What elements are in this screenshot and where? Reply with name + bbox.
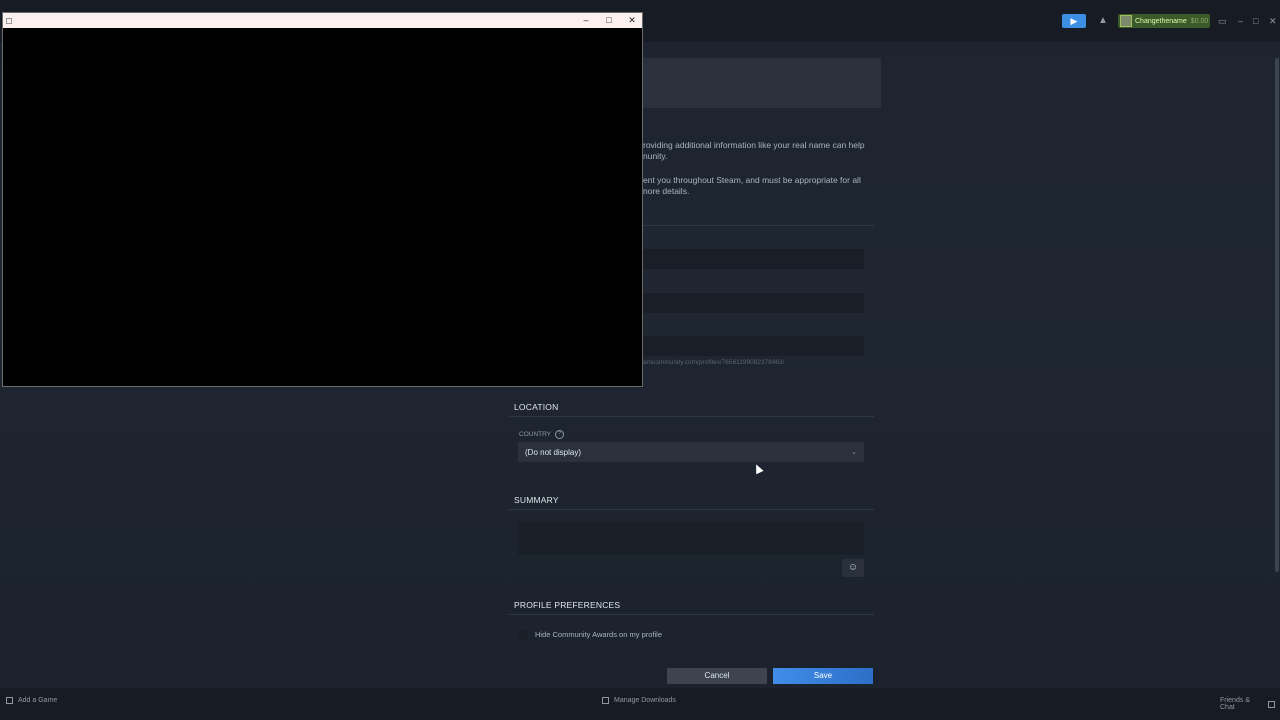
location-section-title: LOCATION: [514, 402, 559, 412]
manage-downloads-label: Manage Downloads: [614, 697, 676, 704]
friends-chat-label: Friends & Chat: [1220, 697, 1250, 711]
megaphone-icon: ▶: [1070, 16, 1078, 26]
add-game-button[interactable]: Add a Game: [6, 697, 57, 704]
summary-textarea[interactable]: [518, 522, 864, 555]
summary-section-title: SUMMARY: [514, 495, 559, 505]
bell-icon[interactable]: ▲: [1098, 14, 1108, 28]
avatar: [1120, 15, 1132, 27]
add-game-label: Add a Game: [18, 697, 58, 704]
bottom-bar: Add a Game Manage Downloads Friends & Ch…: [0, 688, 1280, 720]
big-picture-icon[interactable]: ▭: [1218, 14, 1227, 28]
app-icon: [6, 17, 12, 24]
scrollbar[interactable]: [1275, 58, 1279, 572]
country-selected-value: (Do not display): [525, 447, 582, 457]
hide-awards-checkbox[interactable]: [518, 630, 528, 640]
country-dropdown[interactable]: (Do not display) ⌄: [518, 442, 864, 462]
profile-preferences-title: PROFILE PREFERENCES: [514, 600, 621, 610]
overlay-window[interactable]: – □ ✕: [2, 12, 643, 387]
close-icon[interactable]: ✕: [1269, 14, 1277, 28]
divider: [509, 614, 874, 615]
profile-url-hint: amcommunity.com/profiles/765611990823784…: [643, 359, 785, 366]
smiley-icon: ☺: [847, 562, 859, 573]
cancel-button[interactable]: Cancel: [667, 668, 767, 684]
about-description-line: roviding additional information like you…: [643, 140, 865, 150]
country-label: COUNTRY ?: [519, 430, 565, 439]
chevron-down-icon: ⌄: [851, 449, 857, 456]
overlay-maximize-icon[interactable]: □: [598, 13, 620, 28]
manage-downloads-button[interactable]: Manage Downloads: [602, 697, 676, 704]
plus-icon: [6, 697, 13, 704]
country-label-text: COUNTRY: [519, 431, 552, 438]
account-name: Changethename: [1135, 17, 1187, 25]
divider: [509, 416, 874, 417]
hide-awards-label[interactable]: Hide Community Awards on my profile: [535, 630, 662, 639]
account-menu[interactable]: Changethename $0.00: [1118, 14, 1210, 28]
help-icon[interactable]: ?: [555, 430, 565, 439]
profile-header-panel: [643, 58, 881, 108]
overlay-close-icon[interactable]: ✕: [621, 13, 643, 28]
wallet-balance: $0.00: [1190, 17, 1209, 25]
announcements-button[interactable]: ▶: [1062, 14, 1086, 28]
chat-icon: [1268, 700, 1275, 708]
friends-chat-button[interactable]: Friends & Chat: [1220, 697, 1280, 711]
about-description-line: nunity.: [643, 151, 668, 161]
about-description-line: nore details.: [643, 186, 690, 196]
minimize-icon[interactable]: –: [1238, 14, 1243, 28]
about-description-line: ent you throughout Steam, and must be ap…: [643, 175, 861, 185]
overlay-minimize-icon[interactable]: –: [575, 13, 597, 28]
maximize-icon[interactable]: □: [1253, 14, 1258, 28]
divider: [509, 509, 874, 510]
downloads-icon: [602, 697, 609, 704]
emoticon-button[interactable]: ☺: [842, 559, 864, 577]
overlay-titlebar[interactable]: – □ ✕: [3, 13, 642, 28]
save-button[interactable]: Save: [773, 668, 873, 684]
